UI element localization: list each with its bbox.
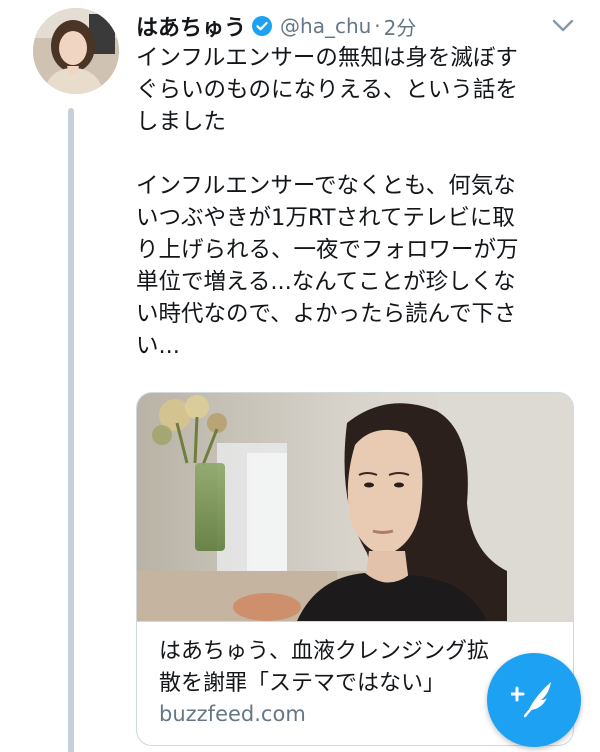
tweet-text-line: 単位で増える...なんてことが珍しくな [136, 269, 516, 295]
avatar[interactable] [33, 8, 119, 94]
tweet-text-line: り上げられる、一夜でフォロワーが万 [136, 237, 519, 263]
tweet-header: はあちゅう @ha_chu · 2分 [136, 8, 416, 44]
tweet-text-line [136, 138, 576, 170]
card-domain: buzzfeed.com [159, 702, 306, 726]
tweet-text-line: しました [136, 109, 227, 135]
tweet-text-line: ぐらいのものになりえる、という話を [136, 77, 518, 103]
compose-feather-icon [509, 678, 557, 722]
chevron-down-icon[interactable] [548, 14, 578, 38]
tweet-text-line: インフルエンサーでなくとも、何気な [136, 173, 516, 199]
tweet-text-line: い時代なので、よかったら読んで下さ [136, 301, 517, 327]
thread-connector-line [68, 108, 74, 752]
card-title-line: はあちゅう、血液クレンジング拡 [159, 639, 490, 664]
display-name[interactable]: はあちゅう [136, 10, 246, 42]
card-thumbnail[interactable] [137, 393, 573, 621]
compose-tweet-button[interactable] [487, 653, 581, 747]
tweet-text-line: インフルエンサーの無知は身を滅ぼす [136, 45, 518, 71]
tweet-text-line: いつぶやきが1万RTされてテレビに取 [136, 205, 515, 231]
tweet-text-line: い... [136, 333, 180, 359]
verified-badge-icon [252, 16, 273, 36]
header-separator: · [374, 14, 381, 38]
tweet-detail-screen: はあちゅう @ha_chu · 2分 インフルエンサーの無知は身を滅ぼす ぐらい… [0, 0, 600, 752]
tweet-text: インフルエンサーの無知は身を滅ぼす ぐらいのものになりえる、という話を しました… [136, 42, 576, 362]
timestamp[interactable]: 2分 [384, 12, 417, 41]
user-handle[interactable]: @ha_chu [280, 14, 371, 38]
